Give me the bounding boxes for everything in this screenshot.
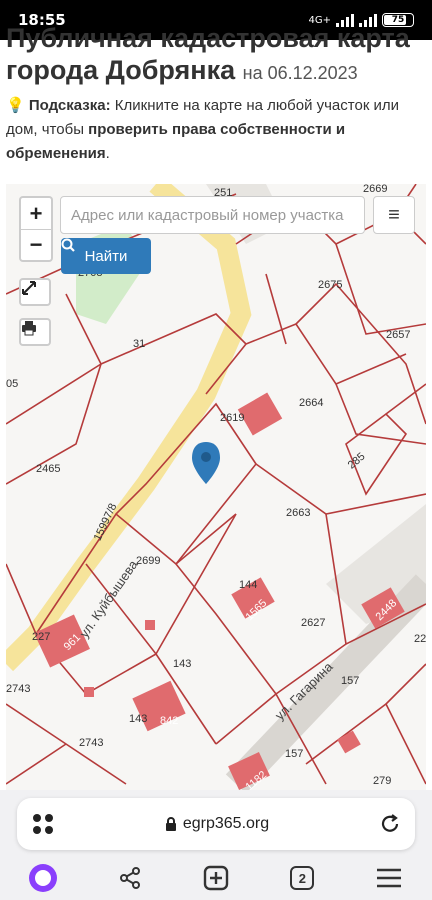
map-pin-icon[interactable] bbox=[192, 442, 220, 484]
lock-icon bbox=[165, 817, 176, 831]
alice-icon bbox=[29, 864, 58, 892]
search-icon bbox=[61, 238, 75, 252]
label-143b: 143 bbox=[129, 713, 147, 725]
url-display[interactable]: egrp365.org bbox=[55, 815, 379, 833]
label-157b: 157 bbox=[285, 748, 303, 760]
cadastral-map[interactable]: 251 2669 2675 2657 31 2708 05 2619 2664 … bbox=[6, 184, 426, 790]
alice-button[interactable] bbox=[23, 860, 63, 896]
hint-text: 💡 Подсказка: Кликните на карте на любой … bbox=[6, 94, 426, 166]
share-icon bbox=[119, 867, 140, 889]
plus-square-icon bbox=[203, 865, 229, 891]
label-2669: 2669 bbox=[363, 184, 387, 195]
label-2657: 2657 bbox=[386, 329, 410, 341]
tabs-button[interactable]: 2 bbox=[282, 860, 322, 896]
page-title-date: на 06.12.2023 bbox=[242, 63, 358, 83]
browser-nav-bar: 2 bbox=[0, 856, 432, 900]
menu-button[interactable]: ≡ bbox=[373, 196, 415, 234]
label-31: 31 bbox=[133, 338, 145, 350]
tab-count: 2 bbox=[290, 866, 315, 890]
url-text: egrp365.org bbox=[182, 815, 270, 832]
label-2743b: 2743 bbox=[79, 737, 103, 749]
fullscreen-button[interactable] bbox=[19, 278, 51, 306]
label-2619: 2619 bbox=[220, 412, 244, 424]
page-title: Публичная кадастровая карта города Добря… bbox=[6, 22, 426, 89]
label-143a: 143 bbox=[173, 658, 191, 670]
label-144: 144 bbox=[239, 579, 257, 591]
share-button[interactable] bbox=[110, 860, 150, 896]
label-2663: 2663 bbox=[286, 507, 310, 519]
zoom-out-button[interactable]: − bbox=[21, 229, 51, 260]
zoom-control: + − bbox=[19, 196, 53, 262]
printer-icon bbox=[22, 321, 36, 336]
menu-icon: ≡ bbox=[388, 203, 400, 226]
address-bar[interactable]: egrp365.org bbox=[17, 798, 415, 850]
browser-menu-button[interactable] bbox=[369, 860, 409, 896]
hint-end: . bbox=[105, 145, 110, 162]
label-05: 05 bbox=[6, 378, 18, 390]
lightbulb-icon: 💡 bbox=[6, 97, 25, 114]
find-button-label: Найти bbox=[84, 247, 128, 265]
building-small-3 bbox=[84, 687, 94, 697]
label-2743a: 2743 bbox=[6, 683, 30, 695]
zoom-in-button[interactable]: + bbox=[21, 198, 51, 229]
label-2627: 2627 bbox=[301, 617, 325, 629]
page-title-line2: города Добрянка bbox=[6, 55, 236, 85]
cadastral-boundaries bbox=[6, 184, 426, 785]
new-tab-button[interactable] bbox=[196, 860, 236, 896]
search-input[interactable]: Адрес или кадастровый номер участка bbox=[60, 196, 365, 234]
reload-icon[interactable] bbox=[379, 813, 401, 835]
hamburger-icon bbox=[376, 868, 401, 888]
site-settings-icon[interactable] bbox=[31, 812, 55, 836]
label-2664: 2664 bbox=[299, 397, 323, 409]
label-157a: 157 bbox=[341, 675, 359, 687]
hint-label: Подсказка: bbox=[28, 97, 111, 114]
page-title-line1: Публичная кадастровая карта bbox=[6, 23, 410, 53]
find-button[interactable]: Найти bbox=[61, 238, 151, 274]
building-small-2 bbox=[145, 620, 155, 630]
label-279: 279 bbox=[373, 775, 391, 787]
expand-icon bbox=[22, 281, 36, 295]
label-2675: 2675 bbox=[318, 279, 342, 291]
building-small-1 bbox=[337, 730, 361, 754]
label-2465: 2465 bbox=[36, 463, 60, 475]
label-22: 22 bbox=[414, 633, 426, 645]
label-2699: 2699 bbox=[136, 555, 160, 567]
label-227: 227 bbox=[32, 631, 50, 643]
label-842: 842 bbox=[160, 715, 178, 727]
map-canvas[interactable]: 251 2669 2675 2657 31 2708 05 2619 2664 … bbox=[6, 184, 426, 790]
print-button[interactable] bbox=[19, 318, 51, 346]
